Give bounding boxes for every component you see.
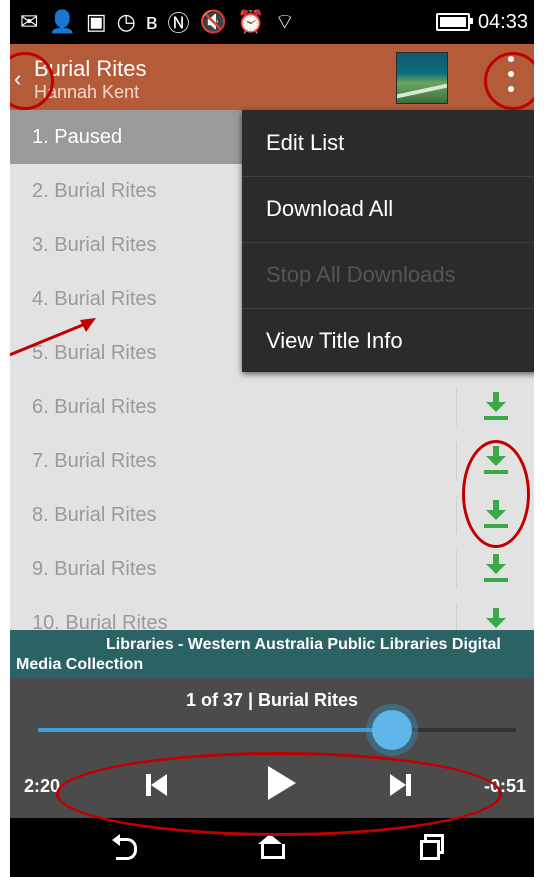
- menu-item-view-title-info[interactable]: View Title Info: [242, 308, 534, 374]
- overflow-menu-icon[interactable]: [506, 56, 516, 92]
- status-right: 04:33: [435, 10, 534, 34]
- row-divider: [456, 550, 457, 588]
- row-divider: [456, 442, 457, 480]
- menu-item-download-all[interactable]: Download All: [242, 176, 534, 242]
- list-item-label: 2. Burial Rites: [32, 180, 157, 202]
- status-icons: ✉ 👤 ▣ ◷ ʙ Ⓝ 🔇 ⏰ ⌔: [10, 6, 295, 38]
- list-item-label: 8. Burial Rites: [32, 504, 157, 526]
- message-icon: ✉: [20, 9, 39, 34]
- menu-item-label: View Title Info: [266, 328, 403, 353]
- library-info-strip: Libraries - Western Australia Public Lib…: [10, 630, 534, 678]
- menu-item-edit-list[interactable]: Edit List: [242, 110, 534, 176]
- list-item[interactable]: 9. Burial Rites: [10, 542, 534, 597]
- app-screen: ✉ 👤 ▣ ◷ ʙ Ⓝ 🔇 ⏰ ⌔ 04:33 ‹ Burial Rites H…: [10, 0, 534, 877]
- list-item[interactable]: 8. Burial Rites: [10, 488, 534, 543]
- book-cover-thumbnail[interactable]: [396, 52, 448, 104]
- app-bar: ‹ Burial Rites Hannah Kent: [10, 44, 534, 110]
- list-item[interactable]: 6. Burial Rites: [10, 380, 534, 435]
- sync-icon: ◷: [116, 9, 136, 34]
- image-icon: ▣: [85, 9, 107, 34]
- next-track-button[interactable]: [390, 770, 420, 800]
- list-item-label: 7. Burial Rites: [32, 450, 157, 472]
- person-icon: 👤: [48, 9, 76, 34]
- progress-knob[interactable]: [371, 710, 412, 750]
- menu-item-stop-all-downloads: Stop All Downloads: [242, 242, 534, 308]
- remaining-time: -0:51: [484, 776, 527, 796]
- audio-player: 1 of 37 | Burial Rites 2:20 -0:51: [10, 678, 534, 818]
- progress-slider[interactable]: [38, 710, 516, 750]
- list-item-label: 5. Burial Rites: [32, 342, 157, 364]
- back-chevron-icon[interactable]: ‹: [14, 66, 21, 92]
- book-title: Burial Rites: [34, 56, 147, 81]
- download-icon[interactable]: [482, 500, 512, 530]
- menu-item-label: Stop All Downloads: [266, 262, 456, 287]
- bluetooth-icon: ʙ: [145, 9, 158, 34]
- nav-recents-icon[interactable]: [420, 834, 444, 860]
- download-icon[interactable]: [482, 554, 512, 584]
- book-author: Hannah Kent: [34, 82, 140, 102]
- list-item-label: 3. Burial Rites: [32, 234, 157, 256]
- play-button[interactable]: [266, 766, 296, 800]
- list-item-label: 6. Burial Rites: [32, 396, 157, 418]
- status-bar: ✉ 👤 ▣ ◷ ʙ Ⓝ 🔇 ⏰ ⌔ 04:33: [10, 0, 534, 44]
- previous-track-button[interactable]: [146, 770, 176, 800]
- elapsed-time: 2:20: [24, 776, 61, 796]
- nav-home-icon[interactable]: [258, 834, 285, 859]
- menu-item-label: Download All: [266, 196, 394, 221]
- progress-fill: [38, 728, 392, 732]
- row-divider: [456, 496, 457, 534]
- menu-item-label: Edit List: [266, 130, 345, 155]
- track-info: 1 of 37 | Burial Rites: [185, 690, 359, 710]
- list-item[interactable]: 7. Burial Rites: [10, 434, 534, 489]
- status-time: 04:33: [477, 10, 528, 33]
- alarm-icon: ⏰: [236, 9, 265, 34]
- mute-icon: 🔇: [199, 9, 227, 34]
- row-divider: [456, 388, 457, 426]
- nfc-icon: Ⓝ: [167, 11, 190, 36]
- library-name-line1: Libraries - Western Australia Public Lib…: [106, 636, 501, 653]
- download-icon[interactable]: [482, 392, 512, 422]
- nav-back-icon[interactable]: [112, 834, 137, 860]
- overflow-menu: Edit List Download All Stop All Download…: [242, 110, 534, 372]
- phone-screenshot: ✉ 👤 ▣ ◷ ʙ Ⓝ 🔇 ⏰ ⌔ 04:33 ‹ Burial Rites H…: [0, 0, 544, 877]
- library-name-line2: Media Collection: [16, 656, 144, 673]
- list-item-label: 9. Burial Rites: [32, 558, 157, 580]
- battery-icon: [435, 13, 473, 31]
- wifi-icon: ⌔: [274, 9, 296, 34]
- list-item-label: 4. Burial Rites: [32, 288, 157, 310]
- system-nav-bar: [10, 818, 534, 877]
- download-icon[interactable]: [482, 446, 512, 476]
- list-item-label: 1. Paused: [32, 126, 123, 148]
